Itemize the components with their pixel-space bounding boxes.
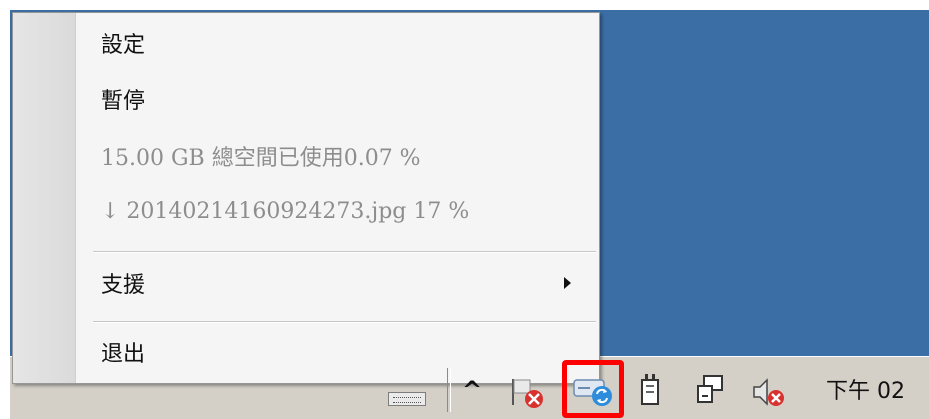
menu-item-storage-usage: 15.00 GB 總空間已使用0.07 % (13, 133, 599, 179)
menu-item-label: 15.00 GB 總空間已使用0.07 % (101, 146, 421, 171)
network-icon[interactable] (694, 372, 730, 408)
tray-divider (447, 368, 451, 412)
tray-context-menu: 設定 暫停 15.00 GB 總空間已使用0.07 % ↓ 2014021416… (12, 12, 600, 384)
menu-item-download-progress: ↓ 20140214160924273.jpg 17 % (13, 188, 599, 234)
menu-item-label: 設定 (101, 33, 146, 58)
menu-item-exit[interactable]: 退出 (13, 329, 599, 375)
tray-clock[interactable]: 下午 02 (826, 373, 905, 405)
menu-item-pause[interactable]: 暫停 (13, 76, 599, 122)
action-center-flag-icon[interactable] (508, 375, 548, 411)
highlight-box (562, 360, 624, 418)
menu-item-support[interactable]: 支援 (13, 260, 599, 306)
menu-separator (93, 251, 596, 253)
show-hidden-icons-chevron[interactable]: ^ (462, 378, 482, 402)
menu-item-label: ↓ 20140214160924273.jpg 17 % (101, 198, 470, 224)
menu-item-settings[interactable]: 設定 (13, 20, 599, 66)
power-icon[interactable] (636, 372, 666, 408)
keyboard-icon[interactable] (388, 392, 426, 406)
menu-item-label: 退出 (101, 342, 146, 367)
menu-item-label: 暫停 (101, 89, 146, 114)
volume-muted-icon[interactable] (750, 374, 790, 410)
menu-separator (93, 321, 596, 323)
submenu-arrow-icon (564, 277, 571, 289)
menu-item-label: 支援 (101, 273, 146, 298)
